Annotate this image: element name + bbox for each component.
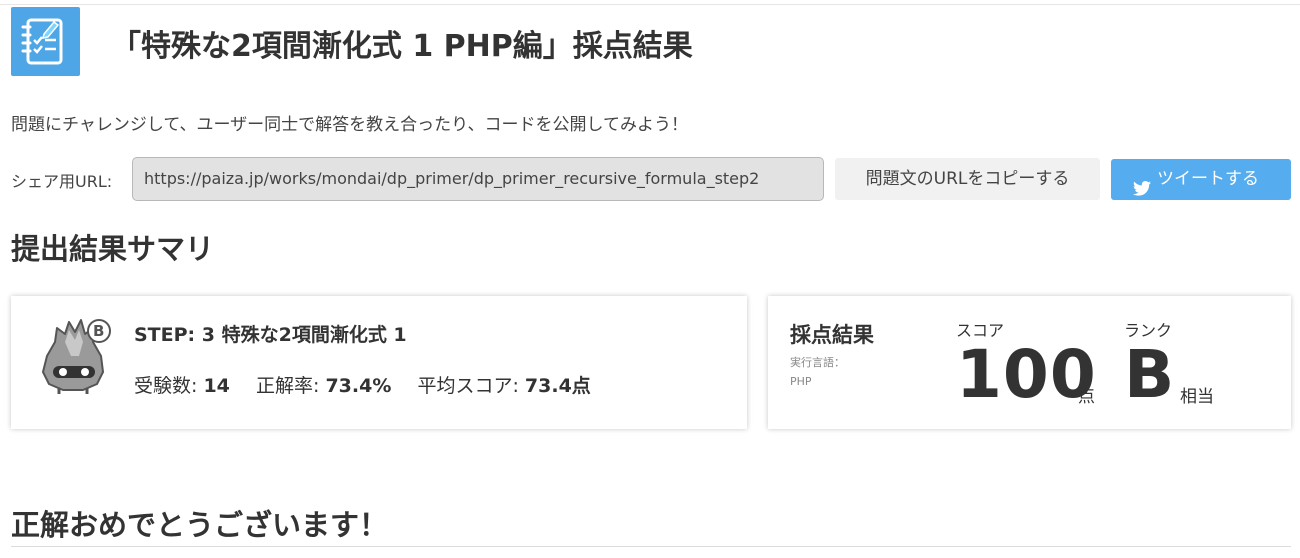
language-value: PHP	[790, 375, 812, 388]
top-divider	[0, 4, 1300, 5]
rank-unit: 相当	[1180, 387, 1214, 407]
twitter-bird-icon	[1133, 171, 1151, 212]
copy-url-button[interactable]: 問題文のURLをコピーする	[835, 158, 1100, 200]
share-url-label: シェア用URL:	[11, 172, 113, 191]
examinees-value: 14	[203, 375, 230, 397]
page-title: 「特殊な2項間漸化式 1 PHP編」採点結果	[111, 29, 693, 64]
lead-text: 問題にチャレンジして、ユーザー同士で解答を教え合ったり、コードを公開してみよう！	[11, 115, 688, 135]
avg-score-value: 73.4点	[524, 375, 591, 397]
bottom-divider	[11, 546, 1291, 547]
step-summary-card: B STEP: 3 特殊な2項間漸化式 1 受験数: 14 正解率: 73.4%…	[11, 296, 747, 429]
score-value: 100	[956, 336, 1097, 413]
share-row: シェア用URL: https://paiza.jp/works/mondai/d…	[11, 156, 1291, 202]
grading-result-card: 採点結果 実行言語： PHP スコア 100 点 ランク B 相当	[768, 296, 1291, 429]
accuracy-value: 73.4%	[325, 375, 392, 397]
accuracy-label: 正解率:	[256, 375, 320, 397]
step-stats: 受験数: 14 正解率: 73.4% 平均スコア: 73.4点	[134, 371, 591, 398]
examinees-label: 受験数:	[134, 375, 198, 397]
language-label: 実行言語：	[790, 356, 845, 369]
congrats-heading: 正解おめでとうございます！	[11, 508, 389, 542]
notebook-checklist-icon	[11, 7, 80, 76]
tweet-button-label: ツイートする	[1157, 169, 1259, 189]
result-heading: 採点結果	[790, 323, 874, 347]
tweet-button[interactable]: ツイートする	[1111, 159, 1291, 200]
page-header: 「特殊な2項間漸化式 1 PHP編」採点結果	[11, 7, 1291, 77]
step-title: STEP: 3 特殊な2項間漸化式 1	[134, 324, 407, 346]
avg-score-label: 平均スコア:	[417, 375, 519, 397]
score-unit: 点	[1078, 387, 1095, 407]
share-url-field[interactable]: https://paiza.jp/works/mondai/dp_primer/…	[132, 157, 824, 201]
summary-section-title: 提出結果サマリ	[11, 232, 215, 266]
rank-b-mascot-icon: B	[39, 316, 115, 396]
rank-value: B	[1124, 336, 1175, 413]
mascot-rank-badge: B	[93, 322, 105, 340]
